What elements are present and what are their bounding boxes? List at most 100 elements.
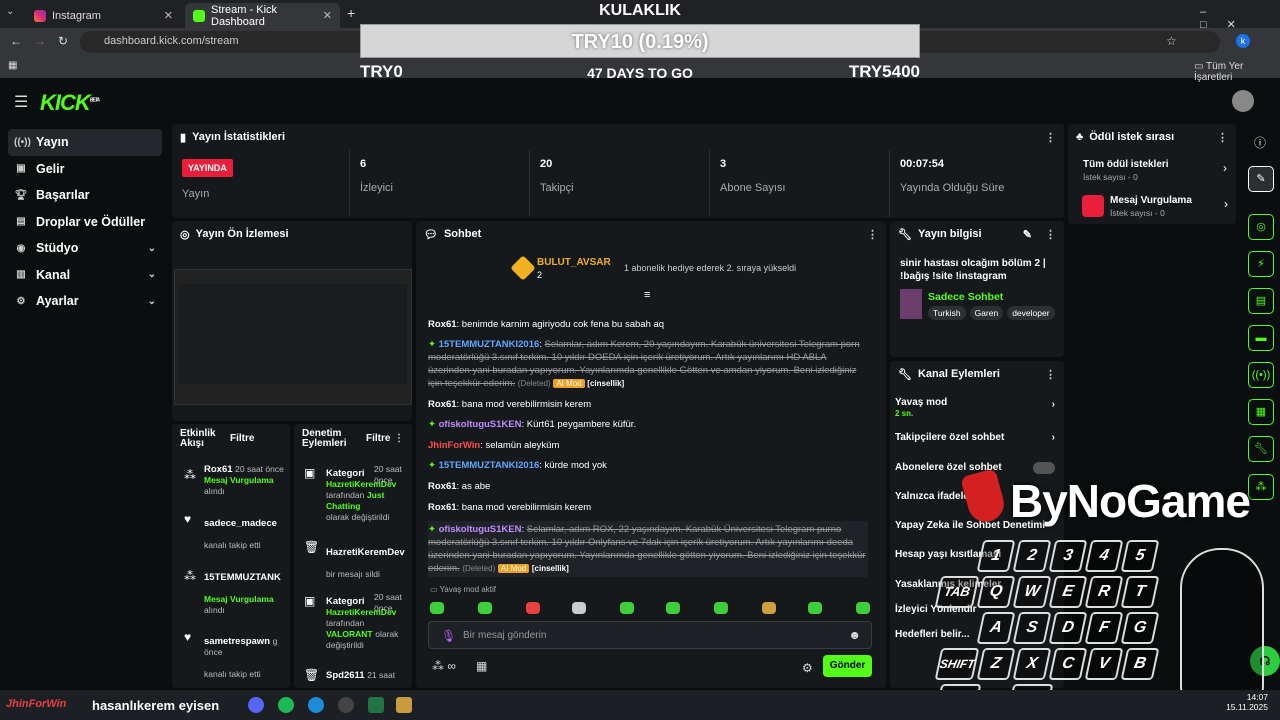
close-icon[interactable]: ✕ [323, 9, 332, 22]
game-icon[interactable] [396, 697, 412, 713]
avatar[interactable] [1232, 90, 1254, 112]
star-icon[interactable]: ☆ [1166, 34, 1177, 48]
emote-icon[interactable] [808, 602, 822, 614]
sidebar-item-yayin[interactable]: ((•)) Yayın [8, 129, 162, 156]
emote-icon[interactable] [620, 602, 634, 614]
mod-title: Kategori [326, 468, 365, 479]
chat-message: Rox61: as abe [428, 481, 491, 492]
bolt-icon[interactable]: ⚡︎ [1248, 251, 1274, 277]
action-followers-only[interactable]: Takipçilere özel sohbet › [895, 432, 1055, 443]
tab-kick-dashboard[interactable]: Stream - Kick Dashboard ✕ [185, 3, 340, 28]
chat-username[interactable]: Rox61 [428, 319, 457, 330]
emote-icon[interactable] [856, 602, 870, 614]
close-icon[interactable]: ✕ [164, 9, 173, 22]
action-emote-only[interactable]: Yalnızca ifadeler [895, 491, 973, 502]
sidebar-item-gelir[interactable]: ▣ Gelir [0, 156, 170, 183]
key: A [976, 612, 1016, 644]
mod-actions-panel: Denetim Eylemleri Filtre ⋮ ▣ Kategori 20 s… [294, 424, 412, 688]
emote-icon[interactable] [762, 602, 776, 614]
back-icon[interactable]: ← [10, 34, 22, 48]
apps-icon[interactable]: ▦ [8, 60, 17, 71]
target-icon[interactable]: ◎ [1248, 214, 1274, 240]
info-icon[interactable]: ⓘ [1254, 134, 1266, 151]
discord-icon[interactable] [248, 697, 264, 713]
kick-logo[interactable]: KICKBETA [40, 90, 100, 116]
new-tab-icon[interactable]: + [347, 5, 355, 21]
reward-item-highlight[interactable]: Mesaj Vurgulama İstek sayısı - 0 › [1110, 195, 1232, 218]
edit-icon[interactable]: ✎ [1023, 228, 1032, 241]
more-icon[interactable]: ⋮ [1217, 131, 1228, 144]
chat-username[interactable]: JhinForWin [428, 440, 480, 451]
chrome-icon[interactable] [338, 697, 354, 713]
reward-icon[interactable]: ⁂ [1248, 474, 1274, 500]
excel-icon[interactable] [368, 697, 384, 713]
activity-item: 15TEMMUZTANK Mesaj Vurgulama alındı [204, 572, 281, 616]
emote-icon[interactable] [572, 602, 586, 614]
gear-icon[interactable]: ⚙ [802, 661, 813, 675]
tag[interactable]: Garen [969, 306, 1004, 320]
mic-icon[interactable]: 🎙︎ [441, 629, 456, 643]
more-icon[interactable]: ⋮ [1045, 368, 1056, 381]
forward-icon[interactable]: → [34, 34, 46, 48]
chat-username[interactable]: 15TEMMUZTANKI2016 [439, 339, 540, 350]
emote-icon[interactable] [666, 602, 680, 614]
reward-item-all[interactable]: Tüm ödül istekleri İstek sayısı - 0 › [1083, 159, 1233, 182]
emote-icon[interactable] [430, 602, 444, 614]
chevron-right-icon: › [1224, 197, 1228, 211]
filter-button[interactable]: Filtre [230, 434, 254, 444]
chat-icon[interactable]: ▬ [1248, 325, 1274, 351]
chat-username[interactable]: ofiskoltuguS1KEN [439, 419, 522, 430]
spotify-icon[interactable] [278, 697, 294, 713]
emote-icon[interactable] [526, 602, 540, 614]
action-slow-mode[interactable]: Yavaş mod 2 sn. › [895, 397, 1055, 419]
profile-icon[interactable]: k [1236, 34, 1250, 48]
more-icon[interactable]: ⋮ [1045, 131, 1056, 144]
more-icon[interactable]: ⋮ [867, 228, 878, 241]
reload-icon[interactable]: ↻ [58, 34, 68, 48]
reward-icon: ⁂ [184, 569, 196, 583]
emote-icon[interactable] [478, 602, 492, 614]
sidebar-item-basarilar[interactable]: 🏆︎ Başarılar [0, 182, 170, 209]
filter-button[interactable]: Filtre [366, 434, 390, 444]
tab-search-icon[interactable]: ⌄ [6, 6, 22, 22]
toggle-switch[interactable] [1033, 462, 1055, 474]
key: B [1120, 648, 1160, 680]
sidebar-item-droplar[interactable]: ▤ Droplar ve Ödüller [0, 209, 170, 236]
chat-username[interactable]: ofiskoltuguS1KEN [439, 524, 522, 535]
action-goals[interactable]: Hedefleri belir... [895, 629, 969, 640]
clipboard-icon[interactable]: ▤ [1248, 288, 1274, 314]
activity-sub: kanalı takip etti [204, 540, 261, 550]
chat-username[interactable]: Rox61 [428, 502, 457, 513]
more-icon[interactable]: ⋮ [1045, 228, 1056, 241]
edit-icon[interactable]: ✎ [1248, 166, 1274, 192]
chat-input[interactable]: 🎙︎ Bir mesaj gönderin ☻ [428, 621, 872, 649]
tab-instagram[interactable]: Instagram ✕ [26, 3, 181, 28]
reward-count: İstek sayısı - 0 [1110, 208, 1165, 218]
sidebar-item-ayarlar[interactable]: ⚙ Ayarlar ⌄ [0, 288, 170, 315]
stream-category[interactable]: Sadece Sohbet [928, 291, 1003, 303]
chat-icon: 💬︎ [424, 228, 438, 241]
store-icon[interactable]: ▦ [1248, 399, 1274, 425]
store-icon[interactable]: ▦ [476, 659, 487, 673]
tag[interactable]: Turkish [928, 306, 966, 320]
slow-mode-indicator: ▭ Yavaş mod aktif [430, 585, 496, 594]
pinned-user[interactable]: BULUT_AVSAR [537, 257, 611, 268]
stream-preview-video[interactable] [174, 269, 412, 405]
send-button[interactable]: Gönder [823, 655, 872, 677]
sidebar-item-kanal[interactable]: ▥ Kanal ⌄ [0, 262, 170, 289]
emote-icon[interactable] [714, 602, 728, 614]
broadcast-icon[interactable]: ((•)) [1248, 362, 1274, 388]
chat-username[interactable]: Rox61 [428, 481, 457, 492]
mod-item: HazretiKeremDev bir mesajı sildi [326, 547, 405, 580]
app-icon[interactable] [308, 697, 324, 713]
wrench-icon[interactable]: 🔧︎ [1248, 436, 1274, 462]
emoji-icon[interactable]: ☻ [848, 628, 861, 642]
chat-username[interactable]: Rox61 [428, 399, 457, 410]
hamburger-menu-icon[interactable]: ☰ [14, 92, 28, 112]
chat-username[interactable]: 15TEMMUZTANKI2016 [439, 460, 540, 471]
points-icon[interactable]: ⁂ ∞ [432, 659, 456, 673]
sidebar-item-studyo[interactable]: ◉ Stüdyo ⌄ [0, 235, 170, 262]
more-icon[interactable]: ⋮ [394, 434, 404, 444]
all-bookmarks[interactable]: ▭ Tüm Yer İşaretleri [1194, 61, 1280, 83]
tag[interactable]: developer [1007, 306, 1055, 320]
